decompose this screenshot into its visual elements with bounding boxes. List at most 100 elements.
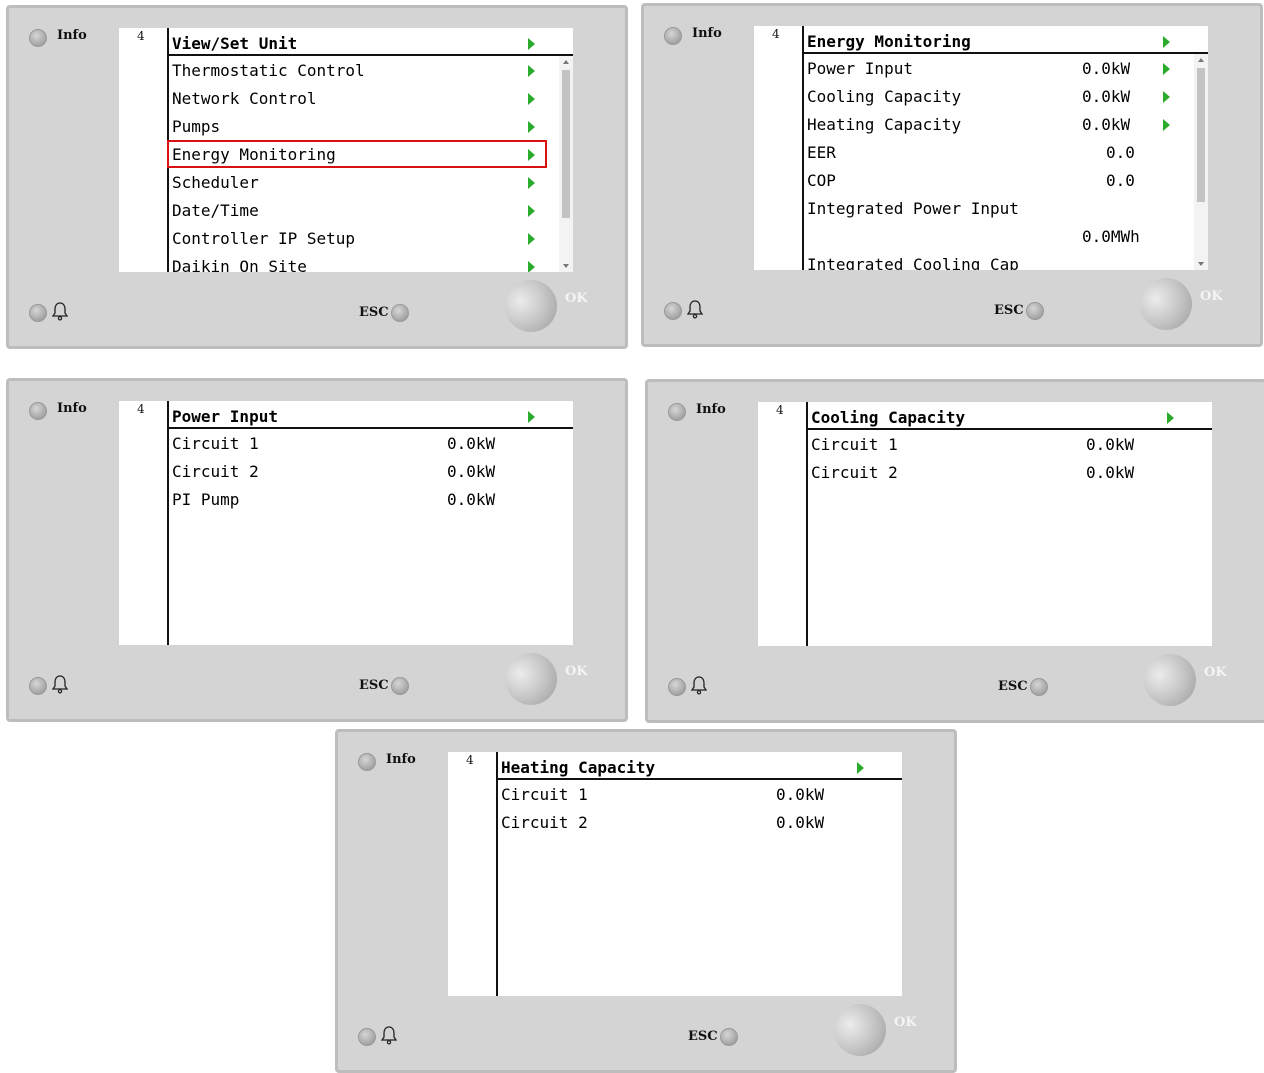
menu-item-cooling-capacity[interactable]: Cooling Capacity 0.0kW [802, 82, 1182, 110]
screen-title: Cooling Capacity [811, 408, 966, 427]
hmi-panel-heating-capacity: Info 4 Heating Capacity Circuit 1 0.0kW … [335, 729, 957, 1073]
esc-label: ESC [359, 305, 389, 320]
esc-button[interactable] [391, 677, 409, 695]
screen-title: Heating Capacity [501, 758, 656, 777]
readout-value: 0.0kW [447, 434, 496, 453]
scroll-thumb[interactable] [562, 70, 570, 218]
menu-item-energy-monitoring[interactable]: Energy Monitoring [167, 140, 547, 168]
readout-circuit-2: Circuit 2 0.0kW [496, 808, 876, 836]
scroll-down-icon[interactable] [563, 264, 569, 268]
menu-item-pumps[interactable]: Pumps [167, 112, 547, 140]
menu-item-date-time[interactable]: Date/Time [167, 196, 547, 224]
menu-item-label: Controller IP Setup [172, 229, 356, 248]
info-button[interactable] [29, 402, 47, 420]
lcd-screen: 4 Heating Capacity Circuit 1 0.0kW Circu… [448, 752, 902, 996]
ok-label: OK [1200, 289, 1223, 304]
alarm-button[interactable] [358, 1028, 376, 1046]
menu-arrow-icon [1163, 91, 1170, 103]
menu-item-controller-ip-setup[interactable]: Controller IP Setup [167, 224, 547, 252]
alarm-button[interactable] [664, 302, 682, 320]
menu-item-daikin-on-site[interactable]: Daikin On Site [167, 252, 547, 272]
screen-title: View/Set Unit [172, 34, 298, 53]
menu-item-label: Energy Monitoring [172, 145, 336, 164]
scrollbar[interactable] [559, 56, 573, 272]
readout-value: 0.0kW [447, 462, 496, 481]
menu-item-network-control[interactable]: Network Control [167, 84, 547, 112]
alarm-button[interactable] [29, 677, 47, 695]
hmi-panel-energy-monitoring: Info 4 Energy Monitoring Power Input 0.0… [641, 3, 1263, 347]
lcd-screen: 4 Energy Monitoring Power Input 0.0kW Co… [754, 26, 1208, 270]
menu-item-heating-capacity[interactable]: Heating Capacity 0.0kW [802, 110, 1182, 138]
esc-button[interactable] [720, 1028, 738, 1046]
menu-arrow-icon [528, 233, 535, 245]
esc-button[interactable] [391, 304, 409, 322]
readout-circuit-1: Circuit 1 0.0kW [496, 780, 876, 808]
scroll-up-icon[interactable] [1198, 58, 1204, 62]
alarm-button[interactable] [29, 304, 47, 322]
readout-integrated-cooling-cap: Integrated Cooling Cap [802, 250, 1182, 270]
readout-value: 0.0kW [776, 785, 825, 804]
readout-value: 0.0kW [1086, 435, 1135, 454]
screen-number: 4 [772, 27, 780, 41]
alarm-button[interactable] [668, 678, 686, 696]
readout-label: Integrated Power Input [807, 199, 1019, 218]
ok-knob[interactable] [505, 280, 557, 332]
esc-button[interactable] [1026, 302, 1044, 320]
scroll-down-icon[interactable] [1198, 262, 1204, 266]
ok-knob[interactable] [1140, 278, 1192, 330]
hmi-panel-power-input: Info 4 Power Input Circuit 1 0.0kW Circu… [6, 378, 628, 722]
readout-value: 0.0MWh [1082, 227, 1140, 246]
title-arrow-icon [1167, 412, 1174, 424]
ok-knob[interactable] [1144, 654, 1196, 706]
scroll-up-icon[interactable] [563, 60, 569, 64]
scrollbar[interactable] [1194, 54, 1208, 270]
menu-item-thermostatic-control[interactable]: Thermostatic Control [167, 56, 547, 84]
bell-icon [380, 1026, 398, 1045]
info-label: Info [57, 401, 87, 416]
esc-button[interactable] [1030, 678, 1048, 696]
readout-value: 0.0kW [447, 490, 496, 509]
info-button[interactable] [29, 29, 47, 47]
readout-pi-pump: PI Pump 0.0kW [167, 485, 547, 513]
menu-arrow-icon [528, 205, 535, 217]
esc-label: ESC [998, 679, 1028, 694]
readout-label: PI Pump [172, 490, 240, 509]
info-button[interactable] [668, 403, 686, 421]
menu-item-label: Cooling Capacity [807, 87, 962, 106]
readout-integrated-power-input: Integrated Power Input [802, 194, 1182, 222]
scroll-thumb[interactable] [1197, 68, 1205, 202]
readout-circuit-2: Circuit 2 0.0kW [167, 457, 547, 485]
menu-arrow-icon [1163, 119, 1170, 131]
info-button[interactable] [358, 753, 376, 771]
readout-label: Circuit 2 [501, 813, 588, 832]
menu-item-scheduler[interactable]: Scheduler [167, 168, 547, 196]
menu-item-label: Heating Capacity [807, 115, 962, 134]
info-label: Info [57, 28, 87, 43]
lcd-screen: 4 Cooling Capacity Circuit 1 0.0kW Circu… [758, 402, 1212, 646]
menu-item-label: Network Control [172, 89, 317, 108]
ok-knob[interactable] [834, 1004, 886, 1056]
info-label: Info [692, 26, 722, 41]
menu-arrow-icon [528, 121, 535, 133]
esc-label: ESC [994, 303, 1024, 318]
title-arrow-icon [857, 762, 864, 774]
esc-label: ESC [688, 1029, 718, 1044]
info-label: Info [696, 402, 726, 417]
lcd-screen: 4 Power Input Circuit 1 0.0kW Circuit 2 … [119, 401, 573, 645]
ok-knob[interactable] [505, 653, 557, 705]
menu-arrow-icon [528, 177, 535, 189]
menu-item-value: 0.0kW [1082, 59, 1131, 78]
readout-circuit-1: Circuit 1 0.0kW [806, 430, 1186, 458]
menu-item-label: Power Input [807, 59, 913, 78]
bell-icon [51, 302, 69, 321]
info-button[interactable] [664, 27, 682, 45]
info-label: Info [386, 752, 416, 767]
title-arrow-icon [528, 38, 535, 50]
menu-item-power-input[interactable]: Power Input 0.0kW [802, 54, 1182, 82]
bell-icon [690, 676, 708, 695]
readout-eer: EER 0.0 [802, 138, 1182, 166]
readout-label: Circuit 1 [501, 785, 588, 804]
menu-arrow-icon [528, 261, 535, 272]
menu-arrow-icon [528, 93, 535, 105]
screen-number: 4 [137, 402, 145, 416]
